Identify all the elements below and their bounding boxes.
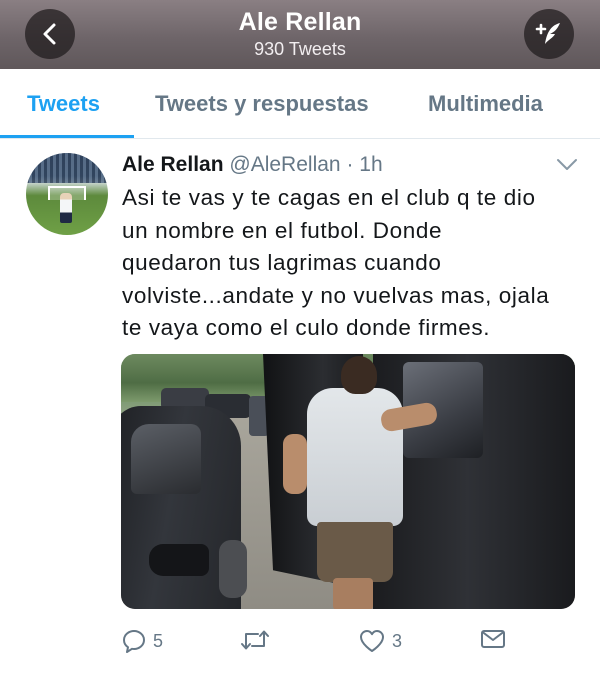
tweet-count: 930 Tweets [254, 39, 346, 59]
chevron-down-icon[interactable] [556, 158, 578, 172]
tweet-header: Ale Rellan @AleRellan · 1h [122, 153, 383, 177]
tweet-text: Asi te vas y te cagas en el club q te di… [122, 182, 582, 345]
active-tab-indicator [0, 135, 134, 138]
reply-count: 5 [153, 630, 164, 651]
tweet-text-line: Asi te vas y te cagas en el club q te di… [122, 185, 536, 210]
tweet-author-handle[interactable]: @AleRellan [229, 153, 340, 176]
tweet-photo[interactable] [121, 354, 575, 609]
tweet-text-line: te vaya como el culo donde firmes. [122, 315, 491, 340]
profile-header: Ale Rellan 930 Tweets [0, 0, 600, 69]
tab-media[interactable]: Multimedia [428, 91, 543, 117]
tweet-timestamp: 1h [359, 153, 383, 176]
tweet-text-line: un nombre en el futbol. Donde [122, 217, 443, 243]
like-button[interactable]: 3 [358, 628, 402, 654]
heart-icon [360, 630, 384, 652]
retweet-button[interactable] [240, 628, 276, 652]
header-title: Ale Rellan [238, 8, 362, 36]
envelope-icon [481, 630, 505, 648]
direct-message-button[interactable] [480, 628, 506, 650]
reply-button[interactable]: 5 [121, 628, 163, 654]
avatar[interactable] [26, 153, 108, 235]
like-count: 3 [392, 630, 403, 651]
tab-tweets-and-replies[interactable]: Tweets y respuestas [155, 91, 369, 117]
compose-feather-icon [535, 23, 560, 44]
tweet-author-name[interactable]: Ale Rellan [122, 153, 224, 176]
tweet-text-line: quedaron tus lagrimas cuando [122, 250, 442, 275]
profile-tabs: Tweets Tweets y respuestas Multimedia [0, 69, 600, 139]
tweet-separator: · [346, 153, 354, 176]
tweet-text-line: volviste...andate y no vuelvas mas, ojal… [122, 282, 550, 308]
tab-tweets[interactable]: Tweets [27, 91, 100, 117]
compose-button[interactable] [524, 9, 574, 59]
reply-icon [123, 630, 145, 653]
retweet-icon [241, 630, 269, 650]
